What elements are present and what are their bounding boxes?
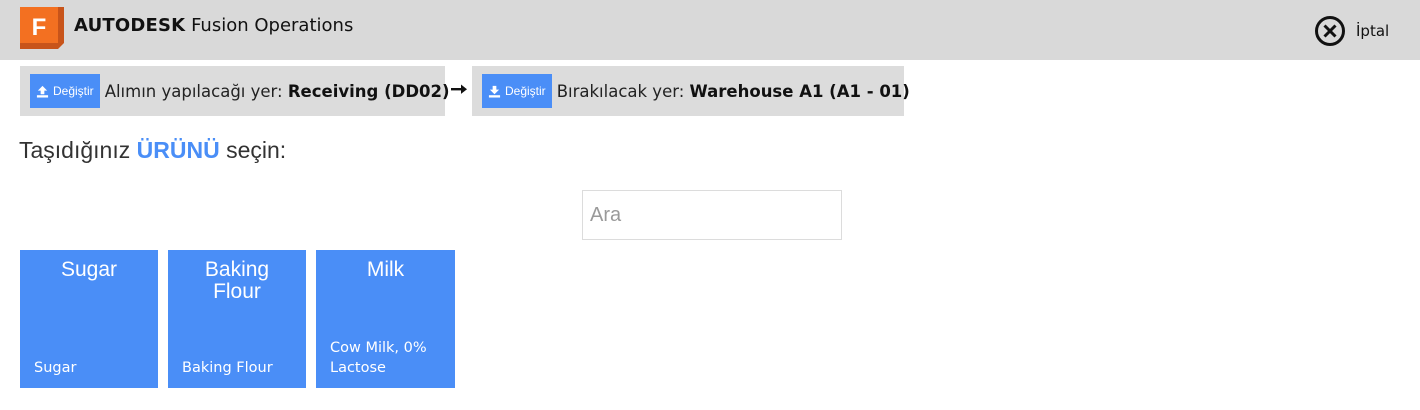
product-name: Sugar	[60, 258, 118, 281]
dropoff-location-text: Bırakılacak yer: Warehouse A1 (A1 - 01)	[557, 82, 910, 101]
product-description: Baking Flour	[182, 360, 273, 376]
product-name: Baking Flour	[204, 258, 270, 303]
prompt-after: seçin:	[219, 137, 287, 163]
change-dropoff-label: Değiştir	[505, 84, 546, 98]
prompt-before: Taşıdığınız	[19, 137, 137, 163]
svg-text:F: F	[32, 14, 47, 41]
upload-icon	[36, 85, 49, 98]
pickup-location-text: Alımın yapılacağı yer: Receiving (DD02)	[105, 82, 450, 101]
top-bar: F AUTODESK Fusion Operations İptal	[0, 0, 1420, 60]
dropoff-location-bar: Değiştir Bırakılacak yer: Warehouse A1 (…	[472, 66, 910, 116]
autodesk-fusion-logo-icon: F	[20, 7, 64, 49]
brand-name: AUTODESK	[74, 15, 186, 36]
dropoff-location-label: Bırakılacak yer:	[556, 81, 690, 101]
product-description: Cow Milk, 0% Lactose	[330, 340, 427, 376]
product-tile-sugar[interactable]: Sugar Sugar	[20, 250, 158, 388]
product-tile-milk[interactable]: Milk Cow Milk, 0% Lactose	[316, 250, 455, 388]
download-icon	[488, 85, 501, 98]
close-circle-icon	[1315, 16, 1345, 46]
change-pickup-button[interactable]: Değiştir	[30, 74, 100, 108]
product-tile-baking-flour[interactable]: Baking Flour Baking Flour	[168, 250, 306, 388]
cancel-button[interactable]: İptal	[1314, 16, 1389, 46]
app-title: AUTODESK Fusion Operations	[74, 14, 353, 38]
arrow-right-icon	[451, 84, 467, 94]
product-name: Milk	[366, 258, 405, 281]
change-dropoff-button[interactable]: Değiştir	[482, 74, 552, 108]
pickup-location-label: Alımın yapılacağı yer:	[104, 81, 288, 101]
search-input[interactable]	[582, 190, 842, 240]
page-prompt: Taşıdığınız ÜRÜNÜ seçin:	[19, 137, 286, 164]
prompt-highlight: ÜRÜNÜ	[136, 137, 220, 163]
pickup-location-value: Receiving (DD02)	[287, 81, 450, 101]
product-description: Sugar	[34, 360, 77, 376]
change-pickup-label: Değiştir	[53, 84, 94, 98]
dropoff-location-value: Warehouse A1 (A1 - 01)	[689, 81, 910, 101]
pickup-location-bar: Değiştir Alımın yapılacağı yer: Receivin…	[20, 66, 450, 116]
product-name: Fusion Operations	[191, 15, 354, 36]
cancel-label: İptal	[1356, 22, 1390, 40]
